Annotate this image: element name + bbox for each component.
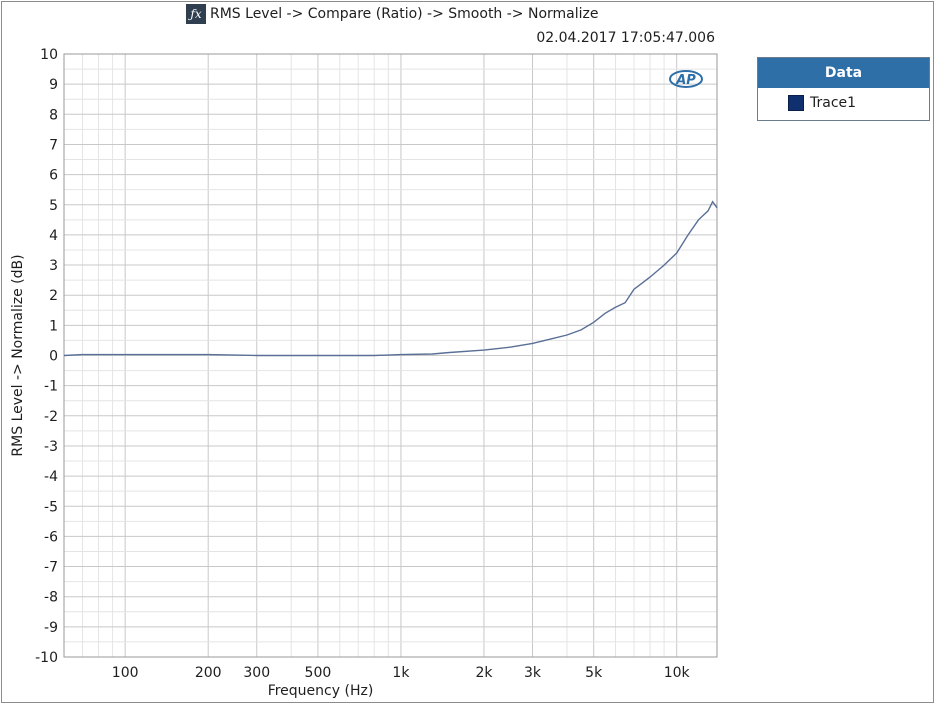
y-tick-label: -9 (44, 620, 58, 636)
y-tick-label: -10 (35, 650, 58, 666)
x-tick-label: 500 (305, 665, 332, 681)
x-axis-label: Frequency (Hz) (268, 683, 374, 699)
y-tick-label: -6 (44, 529, 58, 545)
legend-swatch (788, 95, 804, 111)
ap-logo-text: AP (675, 73, 696, 88)
x-tick-label: 10k (664, 665, 691, 681)
y-tick-label: 1 (49, 318, 58, 334)
y-tick-label: -1 (44, 379, 58, 395)
legend-item-trace1[interactable]: Trace1 (758, 88, 929, 118)
y-tick-label: 3 (49, 258, 58, 274)
legend-header: Data (758, 58, 929, 88)
y-tick-label: -2 (44, 409, 58, 425)
x-tick-label: 300 (243, 665, 270, 681)
y-tick-label: 10 (40, 47, 58, 63)
tick-labels: 109876543210-1-2-3-4-5-6-7-8-9-10100 200 3… (35, 47, 690, 681)
legend-panel: Data Trace1 (757, 57, 930, 121)
y-tick-label: -5 (44, 499, 58, 515)
y-tick-label: 9 (49, 77, 58, 93)
y-tick-label: 6 (49, 168, 58, 184)
ap-logo: AP (668, 68, 704, 90)
x-tick-label: 5k (585, 665, 603, 681)
y-tick-label: -8 (44, 590, 58, 606)
y-tick-label: 5 (49, 198, 58, 214)
y-tick-label: -3 (44, 439, 58, 455)
series-line-trace1 (63, 200, 718, 357)
series (63, 200, 718, 357)
x-tick-label: 1k (392, 665, 410, 681)
y-tick-label: 4 (49, 228, 58, 244)
y-tick-label: 0 (49, 349, 58, 365)
x-tick-label: 3k (524, 665, 542, 681)
y-tick-label: -4 (44, 469, 58, 485)
y-tick-label: 7 (49, 137, 58, 153)
x-tick-label: 200 (195, 665, 222, 681)
y-tick-label: 2 (49, 288, 58, 304)
y-tick-label: -7 (44, 560, 58, 576)
x-tick-label: 100 (112, 665, 139, 681)
y-axis-label: RMS Level -> Normalize (dB) (10, 254, 26, 456)
y-tick-label: 8 (49, 107, 58, 123)
x-tick-label: 2k (475, 665, 493, 681)
legend-item-label: Trace1 (810, 95, 857, 111)
